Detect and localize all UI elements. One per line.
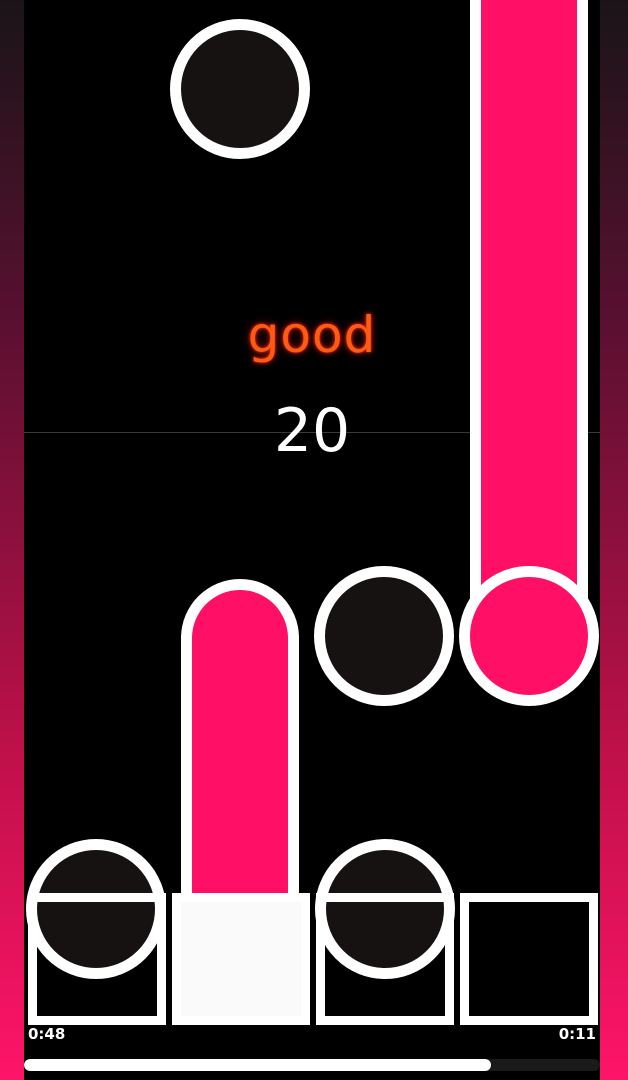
playfield: good 20 0:48 0:11 [24,0,600,1080]
lane-key-4[interactable] [460,893,598,1025]
tap-note [314,566,454,706]
left-gradient-border [0,0,24,1080]
judgement-text: good [247,306,377,364]
hold-note-active [181,579,299,895]
lane-key-2[interactable] [172,893,310,1025]
right-gradient-border [600,0,628,1080]
combo-counter: 20 [273,396,351,466]
song-progress-fill [24,1059,491,1071]
remaining-time: 0:11 [558,1025,596,1043]
lane-key-1[interactable] [28,893,166,1025]
song-progress-bar [24,1059,600,1071]
hold-note-body [470,0,588,600]
elapsed-time: 0:48 [28,1025,66,1043]
hold-note-head [459,566,599,706]
tap-note [170,19,310,159]
lane-key-3[interactable] [316,893,454,1025]
